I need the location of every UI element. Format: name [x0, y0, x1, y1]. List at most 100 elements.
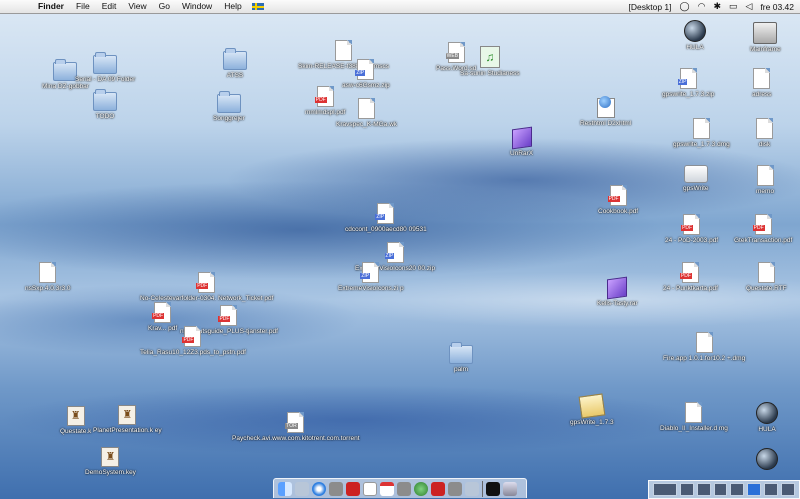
finder-dock-icon[interactable] — [278, 481, 292, 496]
item-label: GtekTransaction.pdf — [734, 237, 793, 244]
item-label: gpsWrite — [683, 185, 709, 192]
trash-dock-icon[interactable] — [503, 481, 517, 496]
desktop-item[interactable]: ZIP ExtremeVisioIcons.zi p — [338, 262, 404, 293]
item-label: UnRarX — [510, 150, 534, 157]
item-label: adress — [752, 91, 772, 98]
folder-icon — [223, 48, 247, 70]
desktop-item[interactable]: disk — [756, 118, 773, 149]
desktop-item[interactable]: memo — [756, 165, 774, 196]
desktop-item[interactable]: PDF GtekTransaction.pdf — [734, 214, 792, 245]
desktop-item[interactable]: Diablo_II_Installer.d mg — [660, 402, 728, 433]
swedish-flag-icon[interactable] — [251, 3, 264, 10]
desktop-item[interactable]: HULA — [756, 402, 778, 434]
desktop-item[interactable]: PDF 24 - PoD-2003.pdf — [665, 214, 718, 245]
desktop-item[interactable]: Questate.RTF — [746, 262, 787, 293]
desktop-item[interactable]: PDF Cookbook.pdf — [598, 185, 638, 216]
desktop-item[interactable]: Songgrejer — [213, 91, 245, 123]
desktop-item[interactable]: gpsWrite — [683, 165, 709, 193]
item-label: Mina DZ-gobbar — [42, 83, 89, 90]
desktop-item[interactable]: adress — [752, 68, 772, 99]
desktop-item[interactable] — [756, 448, 778, 470]
desktop-item[interactable]: ATSS — [223, 48, 247, 80]
pdf-icon: PDF — [182, 326, 202, 347]
desktop-item[interactable]: palm — [449, 342, 473, 374]
volume-icon[interactable]: ◁ — [746, 0, 753, 13]
ical-dock-icon[interactable] — [380, 481, 394, 496]
menu-clock[interactable]: fre 03.42 — [760, 2, 794, 12]
item-label: nsSxp.4.0.3r3.0 — [25, 285, 71, 292]
desktop-pager-slot[interactable] — [730, 483, 745, 496]
desktop-item[interactable]: ♜ PlanetPresentation.k ey — [93, 405, 162, 435]
app-dock-icon[interactable] — [431, 481, 445, 496]
menu-view[interactable]: View — [122, 0, 152, 13]
desktop-item[interactable]: ZIP gpswrite_1.7.3.zip — [662, 68, 714, 99]
desktop-item[interactable]: nsSxp.4.0.3r3.0 — [25, 262, 71, 293]
document-icon — [39, 262, 57, 283]
dmg-icon — [685, 402, 703, 423]
wifi-icon[interactable]: ◠ — [698, 0, 706, 13]
keynote-icon: ♜ — [66, 406, 85, 426]
desktop-item[interactable]: HULA — [684, 20, 706, 52]
dmg-icon — [692, 118, 710, 139]
menu-window[interactable]: Window — [176, 0, 218, 13]
desktop-pager-slot[interactable] — [781, 483, 796, 496]
desktop-pager-slot[interactable] — [653, 483, 677, 496]
desktop-pager — [648, 480, 800, 499]
folder-icon — [93, 52, 118, 74]
sync-icon[interactable]: ◯ — [680, 0, 690, 13]
app-dock-icon[interactable] — [397, 481, 411, 496]
document-icon — [335, 40, 352, 61]
mail-dock-icon[interactable] — [295, 481, 309, 496]
desktop-item[interactable]: Resthtml D2xhtml — [580, 96, 631, 128]
desktop-item[interactable]: ♜ DemoSystem.key — [85, 447, 136, 477]
desktop-item[interactable]: Mainframe — [750, 22, 781, 54]
app-dock-icon[interactable] — [448, 481, 462, 496]
desktop-item[interactable]: PDF 24 - Punktkarta.pdf — [663, 262, 718, 293]
html-document-icon — [596, 96, 615, 118]
desktop-item[interactable]: UnRarX — [510, 126, 534, 158]
desktop-item[interactable]: PDF Telia_Rasu10_12Z3.pds_to_pstn.pdf — [140, 326, 246, 357]
menu-help[interactable]: Help — [218, 0, 247, 13]
desktop-item[interactable]: ♫ Sa-sunin Studianess — [460, 46, 520, 78]
script-icon — [578, 393, 606, 419]
desktop-item[interactable]: gpswrite_1.7.3.dmg — [673, 118, 730, 149]
desktop-item[interactable]: ZIP asw-c6Gsmz.zip — [342, 59, 390, 90]
app-dock-icon[interactable] — [329, 481, 343, 496]
item-label: TODO — [95, 113, 115, 120]
desktop-item[interactable]: Serial - DA 09 Folder — [75, 52, 135, 84]
desktop-item[interactable]: Kelis-Tasty.rar — [597, 276, 638, 308]
document-icon — [756, 165, 774, 186]
battery-icon[interactable]: ▭ — [729, 0, 738, 13]
desktop-item[interactable]: PDF No-Celestevarfolder-0304. Network_Ti… — [140, 272, 273, 303]
unrarx-app-icon — [511, 126, 532, 150]
desktop-background[interactable]: Finder File Edit View Go Window Help [De… — [0, 0, 800, 499]
desktop-item[interactable]: Kravspec_K-MGa.wk — [336, 98, 397, 129]
menu-app-name[interactable]: Finder — [32, 0, 70, 13]
menu-go[interactable]: Go — [153, 0, 176, 13]
desktop-item[interactable]: TODO — [93, 89, 117, 121]
desktop-item[interactable]: TOR Paycheck.avi.www.com.kitotrent.com.t… — [232, 412, 360, 443]
desktop-item[interactable]: gpsWrite_1.7.3 — [570, 393, 614, 427]
desktop-item[interactable]: ♜ Questate.k — [60, 406, 91, 436]
desktop-pager-slot[interactable] — [679, 483, 694, 496]
desktop-item[interactable]: ZIP cdccont_0900aecd80 09531 — [345, 203, 427, 234]
item-label: DemoSystem.key — [85, 469, 136, 476]
menu-edit[interactable]: Edit — [96, 0, 123, 13]
desktop-pager-slot[interactable] — [713, 483, 728, 496]
itunes-dock-icon[interactable] — [414, 481, 428, 496]
safari-dock-icon[interactable] — [312, 481, 326, 496]
preview-dock-icon[interactable] — [363, 481, 377, 496]
desktop-pager-slot[interactable] — [764, 483, 779, 496]
app-dock-icon[interactable] — [465, 481, 479, 496]
terminal-dock-icon[interactable] — [486, 481, 500, 496]
item-label: Cookbook.pdf — [598, 208, 639, 215]
desktop-item[interactable]: Fire.app 1.0.1.for10.2 +.dmg — [663, 332, 745, 363]
zip-icon: ZIP — [360, 262, 380, 283]
space-indicator[interactable]: [Desktop 1] — [629, 2, 672, 12]
menu-file[interactable]: File — [70, 0, 96, 13]
app-dock-icon[interactable] — [346, 481, 360, 496]
desktop-pager-slot[interactable] — [696, 483, 711, 496]
desktop-pager-slot[interactable] — [747, 483, 762, 496]
item-label: disk — [758, 141, 771, 148]
bluetooth-icon[interactable]: ✱ — [713, 0, 721, 13]
